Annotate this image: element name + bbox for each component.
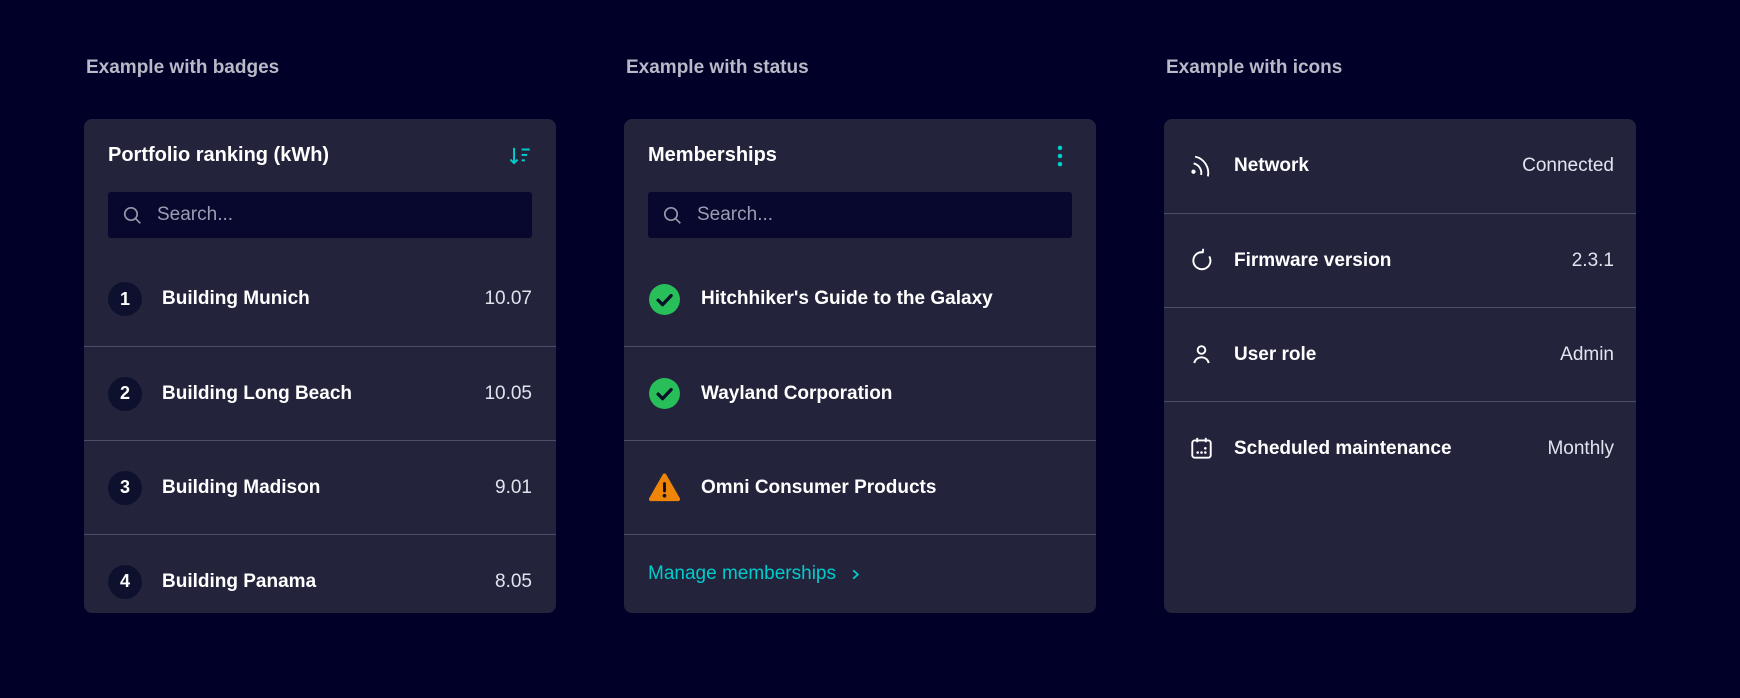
section-heading: Example with icons [1166, 57, 1343, 78]
check-circle-icon [648, 283, 681, 316]
list-item[interactable]: Omni Consumer Products [624, 440, 1096, 534]
info-value: 2.3.1 [1571, 249, 1614, 271]
kebab-menu-button[interactable] [1046, 142, 1074, 170]
manage-memberships-link[interactable]: Manage memberships [648, 563, 863, 585]
info-row-firmware: Firmware version 2.3.1 [1164, 213, 1636, 307]
info-value: Admin [1560, 343, 1614, 365]
network-icon [1188, 153, 1215, 180]
item-label: Building Munich [162, 288, 310, 309]
item-label: Omni Consumer Products [701, 476, 937, 498]
search-box [648, 192, 1072, 238]
rank-badge: 1 [108, 282, 142, 316]
card-title: Portfolio ranking (kWh) [108, 144, 330, 166]
info-label: Scheduled maintenance [1234, 437, 1452, 459]
section-icons: Example with icons Network Connected Fir… [1164, 56, 1636, 613]
search-input[interactable] [695, 203, 1058, 227]
ranking-list: 1 Building Munich 10.07 2 Building Long … [84, 252, 556, 613]
check-circle-icon [648, 377, 681, 410]
item-value: 9.01 [495, 476, 532, 498]
item-label: Wayland Corporation [701, 382, 893, 404]
section-status: Example with status Memberships Search..… [624, 56, 1096, 613]
sort-descending-button[interactable] [506, 142, 534, 170]
device-info-card: Network Connected Firmware version 2.3.1… [1164, 119, 1636, 613]
warning-triangle-icon [648, 471, 681, 504]
user-icon [1188, 341, 1215, 368]
item-label: Building Panama [162, 570, 317, 592]
section-heading: Example with status [626, 57, 809, 78]
card-header: Memberships [624, 119, 1096, 192]
calendar-icon [1188, 435, 1215, 462]
table-row[interactable]: 1 Building Munich 10.07 [84, 252, 556, 346]
table-row[interactable]: 4 Building Panama 8.05 [84, 534, 556, 613]
rank-badge: 2 [108, 376, 142, 411]
memberships-card: Memberships Search... Hitchhiker's Guide… [624, 119, 1096, 613]
link-label: Manage memberships [648, 563, 836, 584]
section-badges: Example with badges Portfolio ranking (k… [84, 56, 556, 613]
rank-badge: 3 [108, 470, 142, 505]
item-label: Building Madison [162, 476, 321, 498]
table-row[interactable]: 2 Building Long Beach 10.05 [84, 346, 556, 440]
search-icon [662, 205, 683, 226]
portfolio-ranking-card: Portfolio ranking (kWh) Search... 1 Buil… [84, 119, 556, 613]
search-box [108, 192, 532, 238]
info-row-network: Network Connected [1164, 119, 1636, 213]
info-row-user-role: User role Admin [1164, 307, 1636, 401]
item-label: Building Long Beach [162, 382, 352, 404]
section-heading: Example with badges [86, 57, 280, 78]
card-header: Portfolio ranking (kWh) [84, 119, 556, 192]
info-value: Monthly [1547, 437, 1614, 459]
list-item[interactable]: Hitchhiker's Guide to the Galaxy [624, 252, 1096, 346]
info-label: Firmware version [1234, 249, 1392, 271]
kebab-menu-icon [1047, 143, 1073, 169]
membership-list: Hitchhiker's Guide to the Galaxy Wayland… [624, 252, 1096, 534]
item-value: 10.07 [484, 288, 532, 309]
refresh-icon [1188, 247, 1215, 274]
sort-descending-icon [507, 143, 533, 169]
info-value: Connected [1522, 155, 1614, 176]
item-value: 10.05 [484, 382, 532, 404]
card-title: Memberships [648, 144, 777, 166]
card-footer: Manage memberships [624, 534, 1096, 613]
rank-badge: 4 [108, 564, 142, 599]
table-row[interactable]: 3 Building Madison 9.01 [84, 440, 556, 534]
list-item[interactable]: Wayland Corporation [624, 346, 1096, 440]
search-icon [122, 205, 143, 226]
info-label: Network [1234, 155, 1309, 176]
item-label: Hitchhiker's Guide to the Galaxy [701, 288, 993, 309]
search-input[interactable] [155, 203, 518, 227]
info-label: User role [1234, 343, 1317, 365]
info-row-maintenance: Scheduled maintenance Monthly [1164, 401, 1636, 495]
item-value: 8.05 [495, 570, 532, 592]
chevron-right-icon [848, 567, 863, 582]
